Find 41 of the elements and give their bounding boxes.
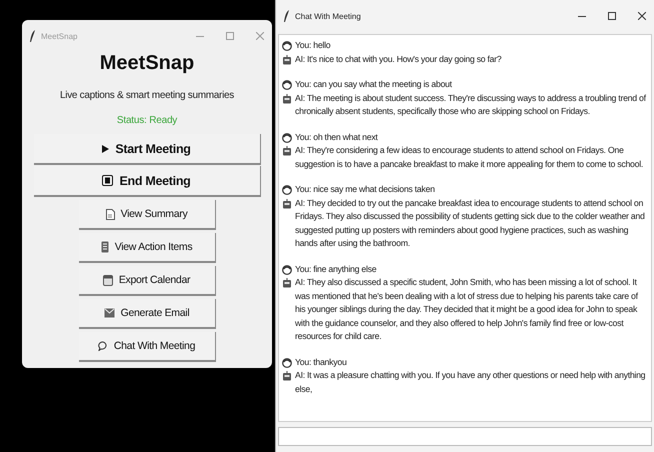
envelope-icon bbox=[104, 308, 115, 318]
document-icon bbox=[106, 208, 115, 220]
chat-message: You: oh then what next bbox=[295, 130, 379, 144]
chat-message: AI: It's nice to chat with you. How's your day going so far? bbox=[295, 52, 502, 66]
status-text: Status: Ready bbox=[116, 115, 178, 126]
person-icon bbox=[282, 41, 292, 51]
play-icon bbox=[102, 144, 110, 152]
robot-icon bbox=[282, 54, 292, 64]
chat-message: AI: They're considering a few ideas to encourage students to attend school on Fridays. One suggestion is to have a pancake breakfast to make it more appealing for them to come to school. bbox=[295, 144, 644, 171]
close-button[interactable] bbox=[638, 12, 646, 20]
maximize-button[interactable] bbox=[608, 12, 616, 20]
chat-message: AI: They also discussed a specific student, John Smith, who has been missing a lot of school. It was mentioned that he's been dealing with a lot of stress due to helping his parents take care of his younger siblings during the day. They decided that it might be a good idea for John to speak with the guidance counselor, and they also offered to help John's family find free or low-cost resources for child care. bbox=[295, 276, 639, 343]
person-icon bbox=[282, 264, 292, 274]
chat-message: You: can you say what the meeting is about bbox=[295, 78, 453, 91]
robot-icon bbox=[282, 371, 292, 381]
chat-message: You: hello bbox=[295, 39, 332, 52]
person-icon bbox=[282, 132, 292, 142]
feather-icon bbox=[30, 30, 36, 42]
robot-icon bbox=[282, 146, 292, 156]
message-input[interactable] bbox=[278, 427, 652, 446]
window-title: Chat With Meeting bbox=[295, 12, 361, 20]
feather-icon bbox=[284, 10, 290, 22]
window-title: MeetSnap bbox=[41, 32, 78, 40]
subtitle: Live captions & smart meeting summaries bbox=[60, 90, 234, 101]
chat-message: AI: The meeting is about student success. They're discussing ways to address a troubling trend of chronically absent students, specifically those who are skipping school on Fridays. bbox=[295, 92, 647, 118]
chat-message: You: nice say me what decisions taken bbox=[295, 183, 436, 196]
robot-icon bbox=[282, 278, 292, 288]
stop-icon bbox=[102, 175, 114, 186]
chat-icon bbox=[98, 341, 108, 351]
robot-icon bbox=[282, 94, 292, 104]
chat-message: AI: It was a pleasure chatting with you. If you have any other questions or need help with anything else, bbox=[295, 369, 646, 396]
person-icon bbox=[282, 80, 292, 90]
app-title: MeetSnap bbox=[100, 52, 194, 75]
person-icon bbox=[282, 185, 292, 195]
person-icon bbox=[282, 358, 292, 368]
chat-message: You: thankyou bbox=[295, 356, 348, 369]
chat-message: You: fine anything else bbox=[295, 262, 378, 276]
chat-message: AI: They decided to try out the pancake breakfast idea to encourage students to attend school on Fridays. They also discussed the possibility of students getting sick due to the colder weather and suggested putting up posters with reminders about good hygiene practices, such as washing hands after using the bathroom. bbox=[295, 196, 646, 250]
robot-icon bbox=[282, 198, 292, 208]
clipboard-icon bbox=[100, 241, 109, 253]
calendar-icon bbox=[102, 274, 113, 286]
